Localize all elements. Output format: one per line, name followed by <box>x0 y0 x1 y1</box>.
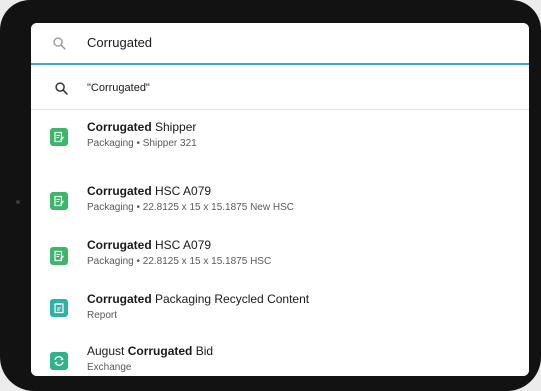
result-subtitle: Exchange <box>87 362 132 373</box>
result-subtitle: Packaging • Shipper 321 <box>87 138 197 149</box>
result-title: Corrugated HSC A079 <box>87 184 212 198</box>
tablet-bezel: Corrugated "Corrugated" Corrugated Shipp… <box>0 0 541 391</box>
result-title: Corrugated Shipper <box>87 120 197 134</box>
search-result-item[interactable]: August Corrugated Bid Exchange <box>31 325 529 376</box>
query-suggestion-label: "Corrugated" <box>87 82 150 94</box>
document-edit-icon <box>50 128 68 146</box>
search-icon <box>55 82 68 95</box>
result-title: Corrugated HSC A079 <box>87 238 212 252</box>
document-edit-icon <box>50 192 68 210</box>
search-result-item[interactable]: Corrugated Shipper Packaging • Shipper 3… <box>31 109 529 163</box>
result-subtitle: Report <box>87 310 118 321</box>
search-input[interactable]: Corrugated <box>87 35 152 50</box>
search-result-item[interactable]: Corrugated HSC A079 Packaging • 22.8125 … <box>31 217 529 271</box>
result-subtitle: Packaging • 22.8125 x 15 x 15.1875 New H… <box>87 202 294 213</box>
result-title: Corrugated Packaging Recycled Content <box>87 292 310 306</box>
exchange-icon <box>50 352 68 370</box>
result-subtitle: Packaging • 22.8125 x 15 x 15.1875 HSC <box>87 256 272 267</box>
search-results: "Corrugated" Corrugated Shipper Packagin… <box>31 65 529 376</box>
document-edit-icon <box>50 247 68 265</box>
report-icon <box>50 299 68 317</box>
search-result-item[interactable]: Corrugated Packaging Recycled Content Re… <box>31 271 529 325</box>
camera-dot <box>16 200 20 204</box>
search-icon <box>53 37 66 50</box>
search-bar[interactable]: Corrugated <box>31 23 529 65</box>
screen: Corrugated "Corrugated" Corrugated Shipp… <box>31 23 529 376</box>
query-suggestion[interactable]: "Corrugated" <box>31 65 529 110</box>
result-title: August Corrugated Bid <box>87 344 214 358</box>
search-result-item[interactable]: Corrugated HSC A079 Packaging • 22.8125 … <box>31 163 529 217</box>
